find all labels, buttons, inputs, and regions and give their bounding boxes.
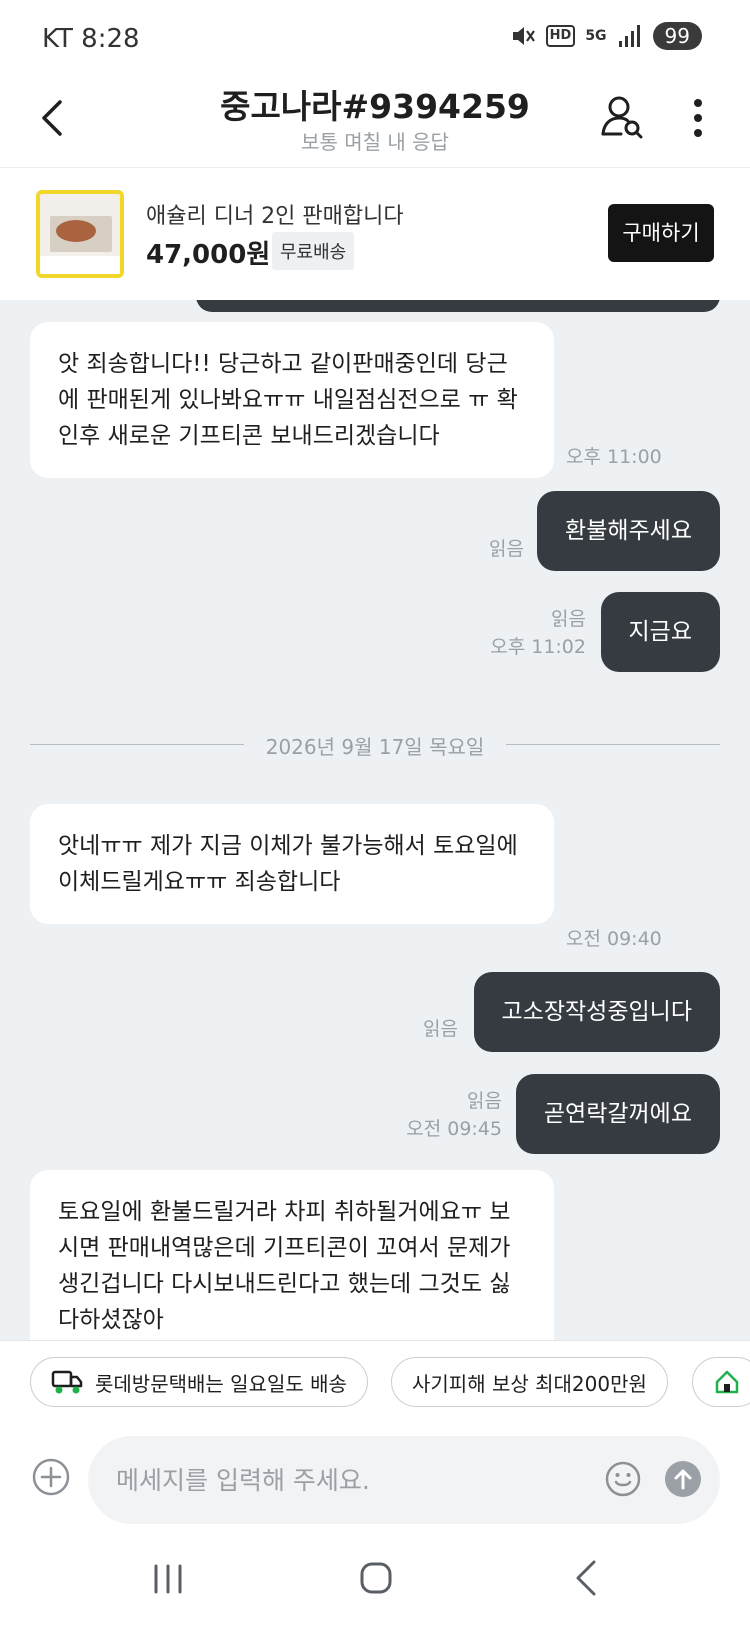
signal-icon: [618, 25, 640, 47]
partial-chip[interactable]: [692, 1357, 750, 1407]
product-name: 애슐리 디너 2인 판매합니다: [146, 204, 404, 229]
recent-apps-icon[interactable]: [150, 1562, 186, 1596]
message-time: 오후 11:00: [566, 446, 662, 468]
read-receipt: 읽음: [467, 1090, 502, 1112]
buy-button[interactable]: 구매하기: [608, 204, 714, 262]
message-time: 오후 11:02: [490, 636, 586, 658]
incoming-message: 토요일에 환불드릴거라 차피 취하될거에요ㅠ 보시면 판매내역많은데 기프티콘이…: [30, 1170, 554, 1340]
message-input-wrapper: [88, 1436, 720, 1524]
outgoing-message: 고소장작성중입니다: [473, 972, 720, 1052]
status-bar: KT 8:28 HD 5G 99: [0, 0, 750, 72]
more-options-icon[interactable]: [690, 98, 706, 138]
quick-info-chips: 롯데방문택배는 일요일도 배송 사기피해 보상 최대200만원: [0, 1340, 750, 1432]
delivery-chip[interactable]: 롯데방문택배는 일요일도 배송: [30, 1357, 368, 1407]
free-shipping-badge: 무료배송: [272, 232, 355, 270]
divider-line-right: [506, 744, 720, 745]
product-price: 47,000원: [146, 240, 271, 270]
truck-icon: [51, 1370, 83, 1394]
house-icon: [715, 1370, 739, 1394]
send-icon[interactable]: [664, 1460, 702, 1498]
incoming-message: 앗네ㅠㅠ 제가 지금 이체가 불가능해서 토요일에 이체드릴게요ㅠㅠ 죄송합니다: [30, 804, 554, 924]
emoji-icon[interactable]: [604, 1460, 642, 1498]
chat-header: 중고나라#9394259 보통 며칠 내 응답: [0, 72, 750, 168]
system-back-icon[interactable]: [574, 1558, 598, 1598]
date-label: 2026년 9월 17일 목요일: [265, 735, 485, 759]
outgoing-message: 환불해주세요: [537, 491, 720, 571]
read-receipt: 읽음: [489, 538, 524, 560]
hd-icon: HD: [545, 25, 576, 47]
read-receipt: 읽음: [423, 1018, 458, 1040]
system-nav-bar: [0, 1532, 750, 1625]
food-image: [56, 220, 96, 242]
message-time: 오전 09:40: [566, 928, 662, 950]
home-icon[interactable]: [358, 1560, 394, 1596]
network-5g-icon: 5G: [585, 28, 607, 44]
user-search-icon[interactable]: [600, 94, 644, 140]
product-card[interactable]: 애슐리 디너 2인 판매합니다 47,000원 무료배송 구매하기: [0, 168, 750, 300]
read-receipt: 읽음: [551, 608, 586, 630]
thumbnail-strip: [40, 256, 120, 274]
chat-area[interactable]: 앗 죄송합니다!! 당근하고 같이판매중인데 당근에 판매된게 있나봐요ㅠㅠ 내…: [0, 300, 750, 1340]
battery-indicator: 99: [652, 22, 702, 50]
outgoing-message: 곧연락갈꺼에요: [515, 1074, 720, 1154]
status-time: KT 8:28: [42, 24, 140, 54]
outgoing-message: 지금요: [600, 592, 720, 672]
mute-icon: [512, 27, 535, 45]
message-input-bar: [0, 1432, 750, 1532]
date-divider: 2026년 9월 17일 목요일: [30, 730, 720, 760]
add-attachment-icon[interactable]: [32, 1458, 70, 1496]
status-icons: HD 5G 99: [510, 22, 702, 50]
fraud-protection-chip[interactable]: 사기피해 보상 최대200만원: [391, 1357, 668, 1407]
message-input[interactable]: [116, 1436, 576, 1524]
outgoing-bubble-partial: [196, 300, 720, 312]
delivery-chip-label: 롯데방문택배는 일요일도 배송: [95, 1371, 347, 1396]
message-time: 오전 09:45: [406, 1118, 502, 1140]
product-thumbnail[interactable]: [36, 190, 124, 278]
incoming-message: 앗 죄송합니다!! 당근하고 같이판매중인데 당근에 판매된게 있나봐요ㅠㅠ 내…: [30, 322, 554, 478]
fraud-protection-chip-label: 사기피해 보상 최대200만원: [412, 1371, 647, 1396]
